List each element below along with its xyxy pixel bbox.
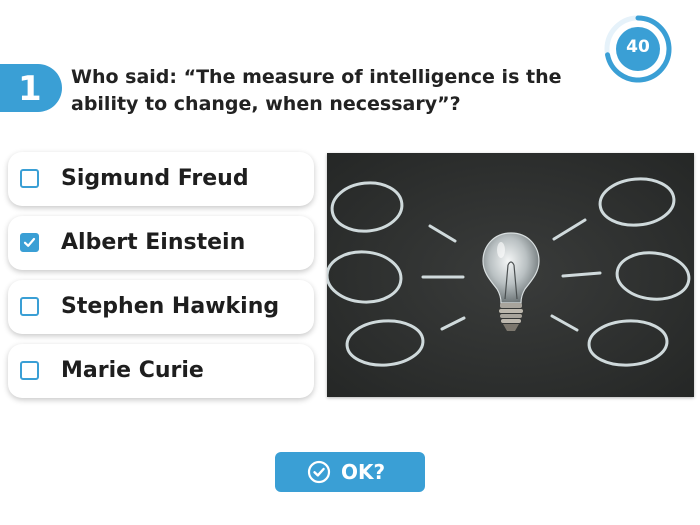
checkbox[interactable] (20, 361, 39, 380)
checkmark-icon (23, 237, 36, 247)
question-number: 1 (18, 69, 42, 109)
option-label: Albert Einstein (61, 230, 246, 255)
option-label: Sigmund Freud (61, 166, 249, 191)
option-sigmund-freud[interactable]: Sigmund Freud (8, 152, 314, 206)
option-stephen-hawking[interactable]: Stephen Hawking (8, 280, 314, 334)
lightbulb-chalkboard-image (327, 153, 694, 397)
ok-button[interactable]: OK? (275, 452, 425, 492)
checkbox[interactable] (20, 297, 39, 316)
option-albert-einstein[interactable]: Albert Einstein (8, 216, 314, 270)
option-marie-curie[interactable]: Marie Curie (8, 344, 314, 398)
question-text: Who said: “The measure of intelligence i… (71, 66, 562, 115)
check-circle-icon (307, 460, 331, 484)
option-label: Stephen Hawking (61, 294, 280, 319)
countdown-timer: 40 (603, 14, 673, 84)
timer-value: 40 (626, 37, 650, 57)
question-number-badge: 1 (0, 64, 62, 112)
option-label: Marie Curie (61, 358, 204, 383)
checkbox[interactable] (20, 233, 39, 252)
ok-label: OK? (341, 460, 386, 484)
checkbox[interactable] (20, 169, 39, 188)
question-image (327, 153, 694, 397)
answer-options: Sigmund Freud Albert Einstein Stephen Ha… (8, 152, 314, 408)
